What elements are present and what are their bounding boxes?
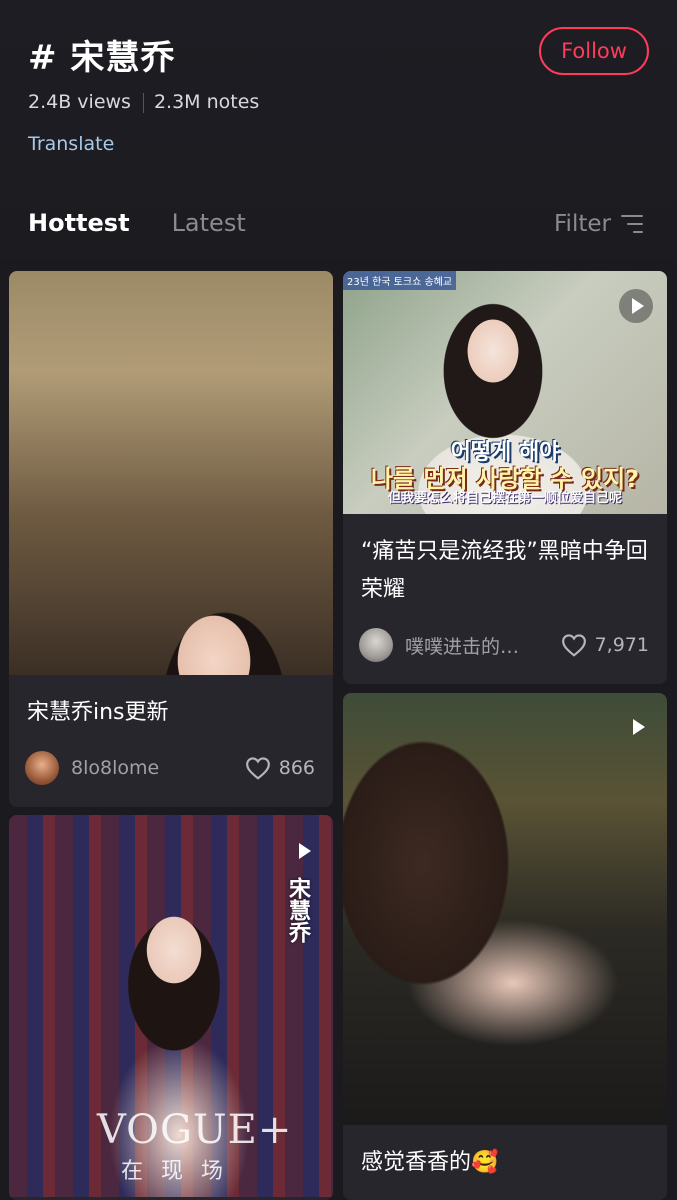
filter-button[interactable]: Filter xyxy=(554,211,643,237)
overlay-chinese-subtitle: 但我要怎么将自己摆在第一顺位爱自己呢 xyxy=(387,491,622,506)
like-count: 866 xyxy=(278,757,315,779)
avatar[interactable] xyxy=(25,751,59,785)
sort-tabs: Hottest Latest xyxy=(28,209,246,237)
filter-icon xyxy=(620,215,643,233)
post-card[interactable]: 感觉香香的🥰 xyxy=(343,693,667,1200)
overlay-brand: VOGUE+ xyxy=(97,1107,293,1153)
heart-icon xyxy=(561,634,586,657)
like-button[interactable]: 7,971 xyxy=(561,633,649,657)
post-image[interactable]: 宋慧乔 VOGUE+ 在现场 xyxy=(9,815,333,1197)
overlay-vertical-title: 宋慧乔 xyxy=(285,877,310,943)
play-icon xyxy=(619,289,653,323)
post-caption: “痛苦只是流经我”黑暗中争回荣耀 xyxy=(361,539,648,602)
follow-button[interactable]: Follow xyxy=(539,27,649,75)
author-name[interactable]: 8lo8lome xyxy=(71,757,245,779)
play-icon xyxy=(296,843,311,859)
overlay-brand-sub: 在现场 xyxy=(121,1159,242,1184)
play-icon xyxy=(630,719,645,735)
topic-title: # 宋慧乔 xyxy=(28,38,176,78)
topic-header: # 宋慧乔 2.4B views 2.3M notes Translate Fo… xyxy=(0,0,677,260)
post-image[interactable] xyxy=(343,693,667,1125)
filter-label: Filter xyxy=(554,211,611,237)
heart-icon xyxy=(245,757,270,780)
like-button[interactable]: 866 xyxy=(245,756,315,780)
post-caption: 宋慧乔ins更新 xyxy=(27,700,169,725)
like-count: 7,971 xyxy=(594,634,649,656)
post-meta: 噗噗进击的… 7,971 xyxy=(359,628,649,662)
post-card[interactable]: 宋慧乔ins更新 8lo8lome 866 xyxy=(9,271,333,807)
stats-divider xyxy=(142,93,144,113)
post-meta: 8lo8lome 866 xyxy=(25,751,315,785)
tab-latest[interactable]: Latest xyxy=(172,209,246,237)
overlay-chip: 23년 한국 토크쇼 송혜교 xyxy=(343,271,457,290)
post-card[interactable]: 23년 한국 토크쇼 송혜교 어떻게 해야 나를 먼저 사랑할 수 있지? 但我… xyxy=(343,271,667,684)
notes-count: 2.3M notes xyxy=(153,91,260,113)
avatar[interactable] xyxy=(359,628,393,662)
post-caption: 感觉香香的🥰 xyxy=(361,1150,499,1175)
views-count: 2.4B views xyxy=(28,91,131,113)
topic-stats: 2.4B views 2.3M notes xyxy=(28,91,259,113)
post-image[interactable] xyxy=(9,271,333,675)
author-name[interactable]: 噗噗进击的… xyxy=(405,632,561,659)
tab-hottest[interactable]: Hottest xyxy=(28,209,130,237)
translate-link[interactable]: Translate xyxy=(28,133,114,155)
post-card[interactable]: 宋慧乔 VOGUE+ 在现场 xyxy=(9,815,333,1200)
